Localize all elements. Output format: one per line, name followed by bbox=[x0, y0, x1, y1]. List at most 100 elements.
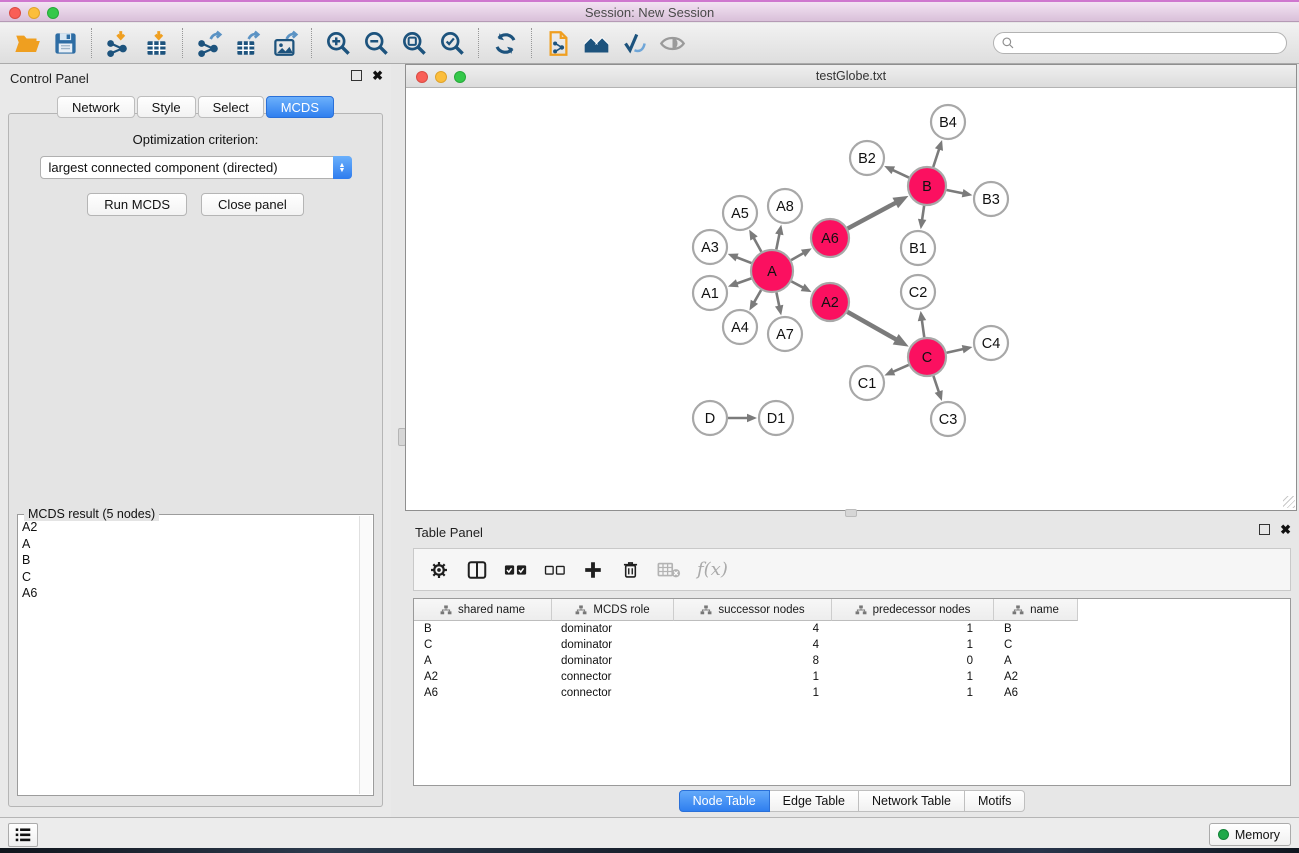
new-network-button[interactable] bbox=[539, 26, 577, 60]
table-cell[interactable]: 1 bbox=[832, 669, 994, 685]
graph-node-D[interactable]: D bbox=[693, 401, 727, 435]
float-table-panel-icon[interactable] bbox=[1259, 524, 1270, 535]
edge-B-B3[interactable] bbox=[947, 190, 965, 194]
import-network-button[interactable] bbox=[99, 26, 137, 60]
result-item[interactable]: B bbox=[22, 552, 357, 569]
graph-node-A7[interactable]: A7 bbox=[768, 317, 802, 351]
graph-node-A5[interactable]: A5 bbox=[723, 196, 757, 230]
zoom-selected-button[interactable] bbox=[433, 26, 471, 60]
table-cell[interactable]: connector bbox=[552, 669, 674, 685]
table-cell[interactable]: C bbox=[414, 637, 552, 653]
tab-edge-table[interactable]: Edge Table bbox=[770, 790, 859, 812]
tab-style[interactable]: Style bbox=[137, 96, 196, 118]
edge-A-A2[interactable] bbox=[791, 281, 804, 288]
table-cell[interactable]: A6 bbox=[414, 685, 552, 701]
table-cell[interactable]: C bbox=[994, 637, 1078, 653]
close-panel-button[interactable]: Close panel bbox=[201, 193, 304, 216]
column-header-predecessor-nodes[interactable]: predecessor nodes bbox=[832, 599, 994, 621]
edge-B-B1[interactable] bbox=[922, 206, 924, 221]
save-session-button[interactable] bbox=[46, 26, 84, 60]
table-cell[interactable]: 0 bbox=[832, 653, 994, 669]
export-image-button[interactable] bbox=[266, 26, 304, 60]
mcds-result-list[interactable]: A2ABCA6 bbox=[22, 519, 357, 793]
edge-A2-C[interactable] bbox=[847, 312, 897, 340]
table-cell[interactable]: A bbox=[994, 653, 1078, 669]
tab-network[interactable]: Network bbox=[57, 96, 135, 118]
table-row[interactable]: Bdominator41B bbox=[414, 621, 1290, 637]
export-network-button[interactable] bbox=[190, 26, 228, 60]
tab-node-table[interactable]: Node Table bbox=[679, 790, 770, 812]
edge-C-C1[interactable] bbox=[892, 365, 909, 372]
edge-C-C2[interactable] bbox=[922, 319, 925, 337]
search-input[interactable] bbox=[993, 32, 1287, 54]
edge-A-A7[interactable] bbox=[776, 293, 779, 308]
table-cell[interactable]: B bbox=[994, 621, 1078, 637]
table-cell[interactable]: A2 bbox=[414, 669, 552, 685]
table-cell[interactable]: 1 bbox=[674, 685, 832, 701]
home-button[interactable] bbox=[577, 26, 615, 60]
graph-node-C1[interactable]: C1 bbox=[850, 366, 884, 400]
result-item[interactable]: A2 bbox=[22, 519, 357, 536]
edge-B-B4[interactable] bbox=[933, 148, 939, 167]
table-row[interactable]: A6connector11A6 bbox=[414, 685, 1290, 701]
result-item[interactable]: A bbox=[22, 536, 357, 553]
table-row[interactable]: Cdominator41C bbox=[414, 637, 1290, 653]
edge-C-C3[interactable] bbox=[933, 376, 939, 393]
task-history-button[interactable] bbox=[8, 823, 38, 847]
column-header-name[interactable]: name bbox=[994, 599, 1078, 621]
table-cell[interactable]: 8 bbox=[674, 653, 832, 669]
edge-A-A1[interactable] bbox=[735, 278, 751, 284]
graph-node-A6[interactable]: A6 bbox=[811, 219, 849, 257]
graph-node-A3[interactable]: A3 bbox=[693, 230, 727, 264]
table-cell[interactable]: dominator bbox=[552, 653, 674, 669]
eye-button[interactable] bbox=[653, 26, 691, 60]
select-all-button[interactable] bbox=[504, 561, 528, 579]
close-panel-icon[interactable]: ✖ bbox=[372, 70, 383, 81]
edge-A-A3[interactable] bbox=[735, 257, 751, 263]
table-cell[interactable]: 1 bbox=[832, 637, 994, 653]
float-panel-icon[interactable] bbox=[351, 70, 362, 81]
table-cell[interactable]: dominator bbox=[552, 637, 674, 653]
table-cell[interactable]: 1 bbox=[832, 685, 994, 701]
resize-grip-icon[interactable] bbox=[1283, 496, 1295, 508]
result-item[interactable]: C bbox=[22, 569, 357, 586]
delete-column-button[interactable] bbox=[620, 559, 641, 580]
network-window-titlebar[interactable]: testGlobe.txt bbox=[406, 65, 1296, 88]
graph-node-B[interactable]: B bbox=[908, 167, 946, 205]
zoom-in-button[interactable] bbox=[319, 26, 357, 60]
column-view-button[interactable] bbox=[466, 559, 488, 581]
zoom-out-button[interactable] bbox=[357, 26, 395, 60]
tab-network-table[interactable]: Network Table bbox=[859, 790, 965, 812]
export-table-button[interactable] bbox=[228, 26, 266, 60]
run-mcds-button[interactable]: Run MCDS bbox=[87, 193, 187, 216]
column-header-MCDS-role[interactable]: MCDS role bbox=[552, 599, 674, 621]
table-cell[interactable]: dominator bbox=[552, 621, 674, 637]
graph-node-C2[interactable]: C2 bbox=[901, 275, 935, 309]
open-file-button[interactable] bbox=[8, 26, 46, 60]
graph-node-A8[interactable]: A8 bbox=[768, 189, 802, 223]
graph-node-B4[interactable]: B4 bbox=[931, 105, 965, 139]
tab-mcds[interactable]: MCDS bbox=[266, 96, 334, 118]
zoom-fit-button[interactable] bbox=[395, 26, 433, 60]
add-column-button[interactable] bbox=[582, 559, 604, 581]
graph-node-A2[interactable]: A2 bbox=[811, 283, 849, 321]
import-table-button[interactable] bbox=[137, 26, 175, 60]
graph-node-B1[interactable]: B1 bbox=[901, 231, 935, 265]
horizontal-splitter-handle[interactable] bbox=[845, 509, 857, 517]
edge-B-B2[interactable] bbox=[891, 169, 908, 177]
graph-node-C3[interactable]: C3 bbox=[931, 402, 965, 436]
graph-node-D1[interactable]: D1 bbox=[759, 401, 793, 435]
column-header-shared-name[interactable]: shared name bbox=[414, 599, 552, 621]
network-canvas[interactable]: B4B2BB3A8A5A6A3B1AC2A1A2A4A7C4CC1DD1C3 bbox=[406, 88, 1296, 509]
refresh-button[interactable] bbox=[486, 26, 524, 60]
edge-C-C4[interactable] bbox=[947, 349, 965, 353]
show-graphics-details-button[interactable] bbox=[615, 26, 653, 60]
graph-node-A[interactable]: A bbox=[751, 250, 793, 292]
result-scrollbar[interactable] bbox=[359, 516, 372, 794]
edge-A-A6[interactable] bbox=[791, 252, 805, 260]
graph-node-B2[interactable]: B2 bbox=[850, 141, 884, 175]
table-cell[interactable]: connector bbox=[552, 685, 674, 701]
tab-motifs[interactable]: Motifs bbox=[965, 790, 1025, 812]
edge-A-A4[interactable] bbox=[753, 290, 761, 303]
criterion-dropdown[interactable]: largest connected component (directed) ▲… bbox=[40, 156, 352, 179]
